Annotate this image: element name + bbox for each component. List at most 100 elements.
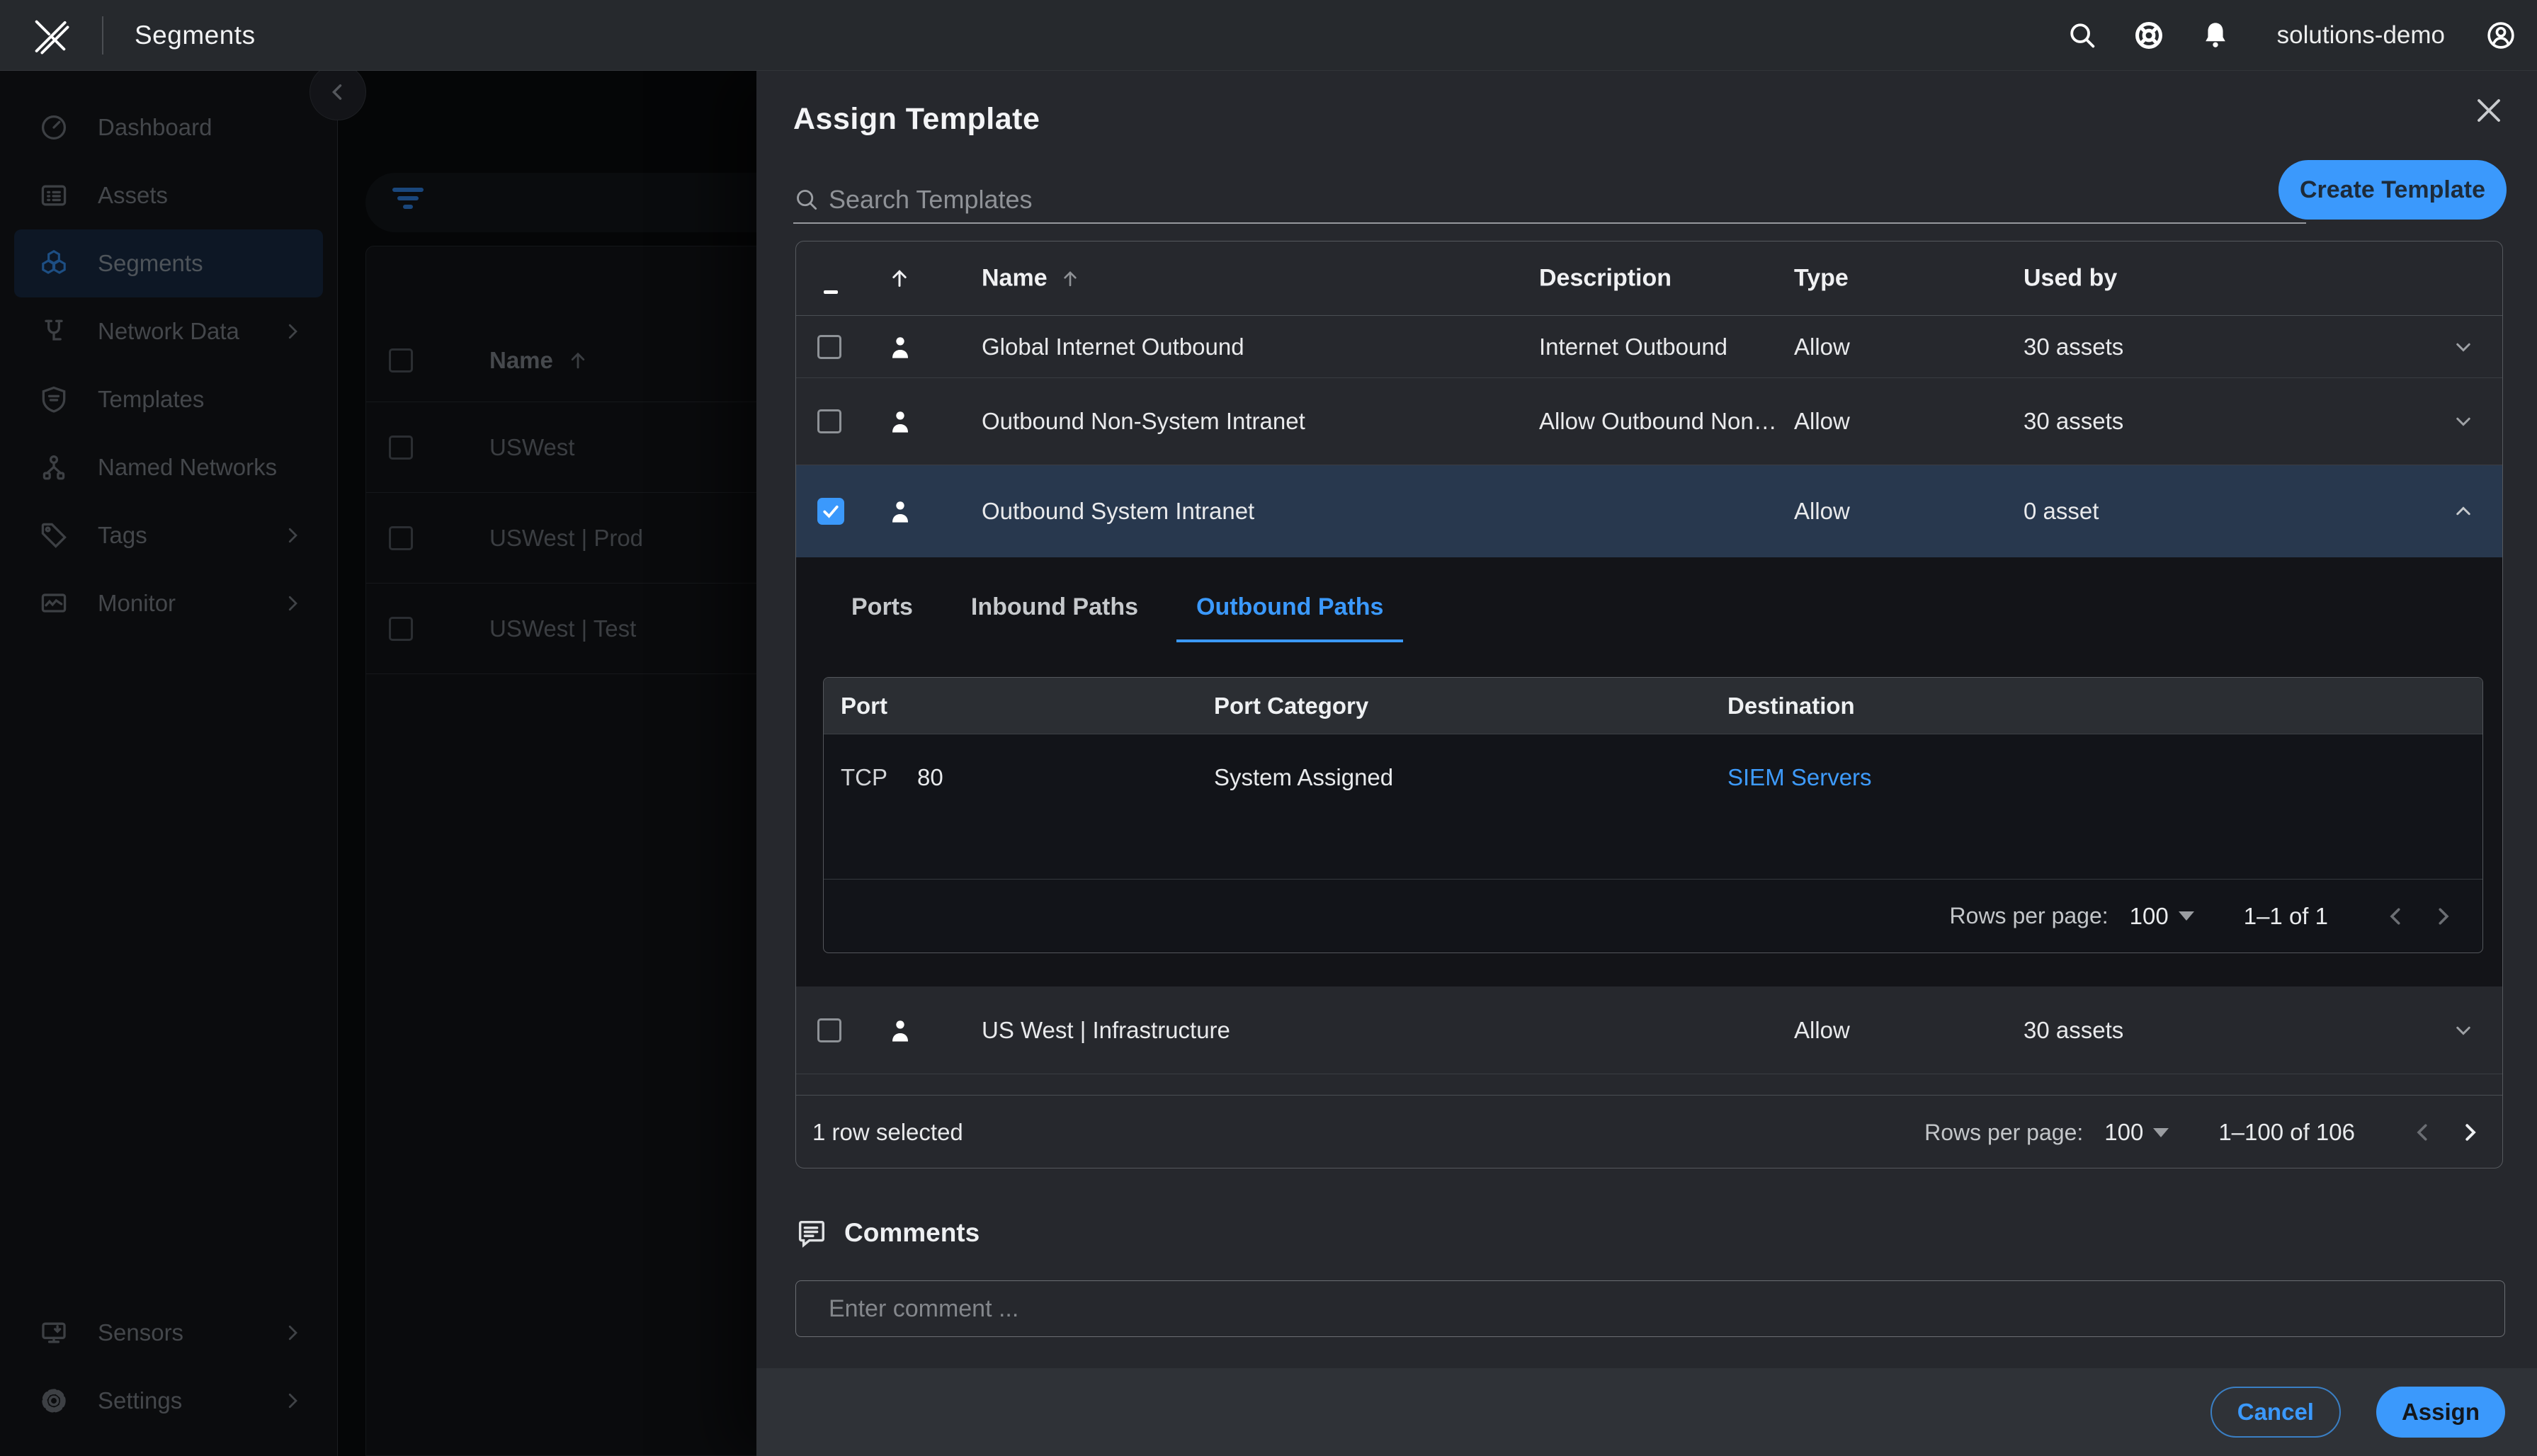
- select-all-checkbox[interactable]: [389, 348, 413, 372]
- segments-table: Name USWest USWest | Prod USWest | Test: [365, 246, 756, 1456]
- sidebar-item-assets[interactable]: Assets: [14, 161, 323, 229]
- table-row[interactable]: USWest: [366, 402, 756, 493]
- tags-icon: [38, 520, 69, 551]
- close-icon[interactable]: [2472, 93, 2506, 127]
- filter-icon: [392, 188, 424, 209]
- column-type[interactable]: Type: [1794, 265, 1849, 292]
- account-avatar-icon[interactable]: [2485, 19, 2517, 52]
- row-checkbox[interactable]: [389, 617, 413, 641]
- rows-per-page-label: Rows per page:: [1924, 1120, 2083, 1146]
- rows-per-page-select[interactable]: 100: [2104, 1119, 2169, 1146]
- template-type: Allow: [1794, 498, 1850, 525]
- table-row[interactable]: USWest | Test: [366, 584, 756, 674]
- modal-title: Assign Template: [793, 102, 1040, 137]
- sidebar-item-label: Monitor: [98, 590, 176, 617]
- sidebar-item-label: Templates: [98, 386, 204, 413]
- row-checkbox[interactable]: [817, 409, 841, 433]
- template-row-outbound-non-system-intranet[interactable]: Outbound Non-System Intranet Allow Outbo…: [796, 378, 2502, 465]
- template-row-us-west-infrastructure[interactable]: US West | Infrastructure Allow 30 assets: [796, 986, 2502, 1074]
- segments-filter-bar[interactable]: [365, 173, 756, 232]
- settings-gear-icon: [38, 1385, 69, 1416]
- outbound-paths-header: Port Port Category Destination: [824, 678, 2482, 734]
- dashboard-icon: [38, 112, 69, 143]
- template-name: US West | Infrastructure: [982, 1017, 1230, 1044]
- cancel-button[interactable]: Cancel: [2210, 1387, 2341, 1438]
- column-description[interactable]: Description: [1539, 265, 1780, 292]
- detail-tabs: Ports Inbound Paths Outbound Paths: [832, 584, 1403, 642]
- search-templates-input[interactable]: [829, 178, 2306, 221]
- sidebar-item-label: Dashboard: [98, 114, 212, 141]
- modal-footer: Cancel Assign: [756, 1368, 2537, 1456]
- template-description: Internet Outbound: [1539, 334, 1780, 360]
- comment-input-box: [795, 1280, 2505, 1337]
- comment-input[interactable]: [796, 1281, 2504, 1336]
- row-checkbox[interactable]: [389, 436, 413, 460]
- template-used-by: 0 asset: [2024, 498, 2099, 525]
- expand-chevron-down-icon[interactable]: [2451, 409, 2476, 434]
- template-name: Outbound Non-System Intranet: [982, 408, 1305, 435]
- expand-chevron-down-icon[interactable]: [2451, 1018, 2476, 1043]
- sidebar-item-settings[interactable]: Settings: [14, 1367, 323, 1435]
- sidebar-item-templates[interactable]: Templates: [14, 365, 323, 433]
- sidebar-item-label: Network Data: [98, 318, 239, 345]
- row-checkbox[interactable]: [389, 526, 413, 550]
- topbar-divider: [102, 16, 103, 55]
- sidebar-item-label: Named Networks: [98, 454, 277, 481]
- port-number: 80: [917, 764, 943, 790]
- sidebar-item-sensors[interactable]: Sensors: [14, 1299, 323, 1367]
- assets-icon: [38, 180, 69, 211]
- sort-ascending-icon: [566, 348, 590, 372]
- chevron-left-icon: [326, 80, 350, 104]
- sidebar-item-label: Assets: [98, 182, 168, 209]
- template-type: Allow: [1794, 1017, 1850, 1044]
- create-template-button[interactable]: Create Template: [2278, 160, 2507, 220]
- sort-icon-column[interactable]: [887, 266, 912, 291]
- sidebar-item-network-data[interactable]: Network Data: [14, 297, 323, 365]
- column-used-by[interactable]: Used by: [2024, 265, 2117, 292]
- app-root: Segments solutions-demo Dashboard: [0, 0, 2537, 1456]
- template-row-outbound-system-intranet-selected[interactable]: Outbound System Intranet Allow 0 asset: [796, 465, 2502, 557]
- search-icon[interactable]: [2066, 19, 2099, 52]
- chevron-right-icon: [282, 1390, 303, 1411]
- sidebar-item-dashboard[interactable]: Dashboard: [14, 93, 323, 161]
- dropdown-caret-icon: [2153, 1128, 2169, 1137]
- sidebar-item-monitor[interactable]: Monitor: [14, 569, 323, 637]
- help-lifering-icon[interactable]: [2133, 19, 2165, 52]
- comments-icon: [795, 1217, 827, 1249]
- table-row[interactable]: USWest | Prod: [366, 493, 756, 584]
- row-checkbox-checked[interactable]: [817, 498, 844, 525]
- templates-shield-icon: [38, 384, 69, 415]
- tab-ports[interactable]: Ports: [832, 584, 933, 642]
- rows-per-page-select[interactable]: 100: [2130, 903, 2194, 930]
- template-used-by: 30 assets: [2024, 334, 2123, 360]
- sidebar-item-named-networks[interactable]: Named Networks: [14, 433, 323, 501]
- sidebar-item-label: Settings: [98, 1387, 182, 1414]
- assign-button[interactable]: Assign: [2376, 1387, 2505, 1438]
- row-checkbox[interactable]: [817, 1018, 841, 1042]
- tab-inbound-paths[interactable]: Inbound Paths: [951, 584, 1158, 642]
- collapse-chevron-up-icon[interactable]: [2451, 499, 2476, 524]
- templates-table-footer: 1 row selected Rows per page: 100 1–100 …: [796, 1095, 2502, 1168]
- rows-per-page-label: Rows per page:: [1950, 903, 2109, 929]
- sidebar-item-label: Tags: [98, 522, 147, 549]
- expand-chevron-down-icon[interactable]: [2451, 334, 2476, 360]
- assign-template-modal: Assign Template Create Template Name Des…: [756, 71, 2537, 1456]
- sidebar-collapse-button[interactable]: [310, 64, 366, 120]
- notifications-bell-icon[interactable]: [2199, 19, 2232, 52]
- previous-page-icon[interactable]: [2410, 1120, 2436, 1145]
- next-page-icon[interactable]: [2457, 1120, 2482, 1145]
- tab-outbound-paths[interactable]: Outbound Paths: [1176, 584, 1403, 642]
- sort-ascending-icon: [1059, 267, 1082, 290]
- account-name[interactable]: solutions-demo: [2277, 21, 2445, 50]
- sidebar-item-tags[interactable]: Tags: [14, 501, 323, 569]
- row-checkbox[interactable]: [817, 335, 841, 359]
- page-range: 1–1 of 1: [2244, 903, 2328, 930]
- next-page-icon[interactable]: [2430, 904, 2456, 929]
- chevron-right-icon: [282, 593, 303, 614]
- destination-link[interactable]: SIEM Servers: [1727, 764, 1872, 791]
- selection-count: 1 row selected: [812, 1119, 963, 1146]
- template-row-global-internet-outbound[interactable]: Global Internet Outbound Internet Outbou…: [796, 316, 2502, 378]
- column-name[interactable]: Name: [982, 265, 1048, 292]
- previous-page-icon[interactable]: [2383, 904, 2409, 929]
- sidebar-item-segments[interactable]: Segments: [14, 229, 323, 297]
